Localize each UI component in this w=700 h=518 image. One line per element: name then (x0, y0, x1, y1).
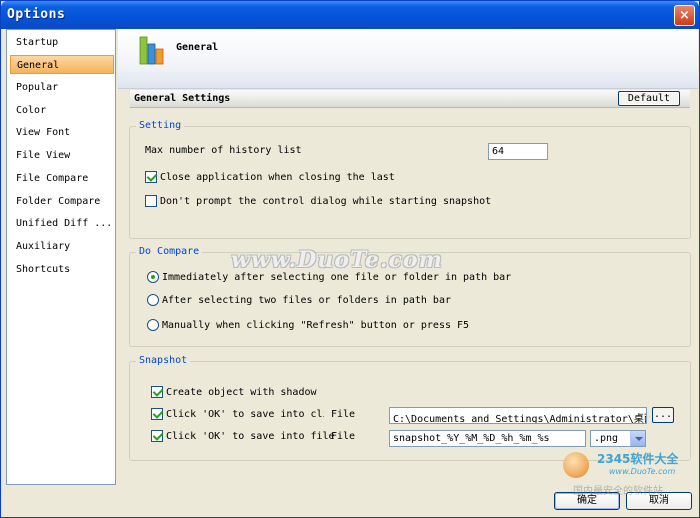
save-file-file-label: File (331, 431, 356, 442)
sidebar-item-startup[interactable]: Startup (10, 33, 114, 52)
file-extension-select[interactable]: .png (590, 430, 646, 447)
window-title: Options (7, 7, 66, 22)
sidebar-item-file-view[interactable]: File View (10, 146, 114, 165)
sidebar-item-popular[interactable]: Popular (10, 78, 114, 97)
panel-header: General (118, 29, 698, 89)
clipboard-file-label: File (331, 409, 356, 420)
sidebar: Startup General Popular Color View Font … (6, 29, 116, 485)
general-settings-bar: General Settings (130, 90, 690, 108)
close-app-checkbox[interactable] (145, 171, 157, 183)
chevron-down-icon (630, 431, 645, 446)
compare-group-title: Do Compare (136, 246, 203, 258)
clipboard-label: Click 'OK' to save into clipboard (166, 409, 324, 420)
clipboard-path-input[interactable]: C:\Documents and Settings\Administrator\… (389, 407, 647, 424)
mascot-icon (563, 452, 589, 478)
default-button[interactable]: Default (618, 91, 680, 106)
sidebar-item-view-font[interactable]: View Font (10, 123, 114, 142)
shadow-label: Create object with shadow (166, 387, 317, 398)
save-file-label: Click 'OK' to save into file (166, 431, 335, 442)
brand-watermark-slogan: 国内最安全的软件站 (573, 486, 663, 497)
no-prompt-label: Don't prompt the control dialog while st… (160, 196, 492, 207)
no-prompt-checkbox[interactable] (145, 195, 157, 207)
sidebar-item-general[interactable]: General (10, 55, 114, 74)
sidebar-item-auxiliary[interactable]: Auxiliary (10, 237, 114, 256)
general-settings-label: General Settings (134, 93, 231, 104)
sidebar-item-folder-compare[interactable]: Folder Compare (10, 192, 114, 211)
title-bar[interactable]: Options × (1, 1, 699, 29)
file-name-input[interactable]: snapshot_%Y_%M_%D_%h_%m_%s (389, 430, 586, 447)
compare-immediately-label: Immediately after selecting one file or … (162, 272, 512, 283)
save-file-checkbox[interactable] (151, 430, 163, 442)
brand-watermark-url: www.DuoTe.com (609, 467, 676, 476)
browse-button[interactable]: ... (652, 407, 674, 423)
sidebar-item-color[interactable]: Color (10, 101, 114, 120)
options-window: Options × Startup General Popular Color … (0, 0, 700, 518)
clipboard-checkbox[interactable] (151, 408, 163, 420)
compare-two-selected-radio[interactable] (147, 294, 159, 306)
history-label: Max number of history list (145, 145, 302, 156)
snapshot-group-title: Snapshot (136, 355, 191, 367)
shadow-checkbox[interactable] (151, 386, 163, 398)
sidebar-item-unified-diff[interactable]: Unified Diff ... (10, 214, 114, 233)
page-title: General (176, 42, 219, 53)
brand-watermark-title: 2345软件大全 (597, 452, 679, 466)
close-app-label: Close application when closing the last … (160, 172, 394, 183)
history-count-input[interactable]: 64 (488, 143, 548, 160)
duote-watermark: www.DuoTe.com (231, 247, 443, 273)
sidebar-item-shortcuts[interactable]: Shortcuts (10, 260, 114, 279)
compare-manual-label: Manually when clicking "Refresh" button … (162, 320, 470, 331)
compare-immediately-radio[interactable] (147, 271, 159, 283)
close-icon: × (679, 8, 690, 23)
file-extension-value: .png (594, 433, 619, 444)
compare-two-selected-label: After selecting two files or folders in … (162, 295, 451, 306)
close-button[interactable]: × (674, 5, 695, 26)
brand-watermark: 2345软件大全 www.DuoTe.com 国内最安全的软件站 (561, 446, 700, 501)
sidebar-item-file-compare[interactable]: File Compare (10, 169, 114, 188)
compare-manual-radio[interactable] (147, 319, 159, 331)
setting-group-title: Setting (136, 120, 185, 132)
bar-chart-icon (139, 36, 164, 65)
